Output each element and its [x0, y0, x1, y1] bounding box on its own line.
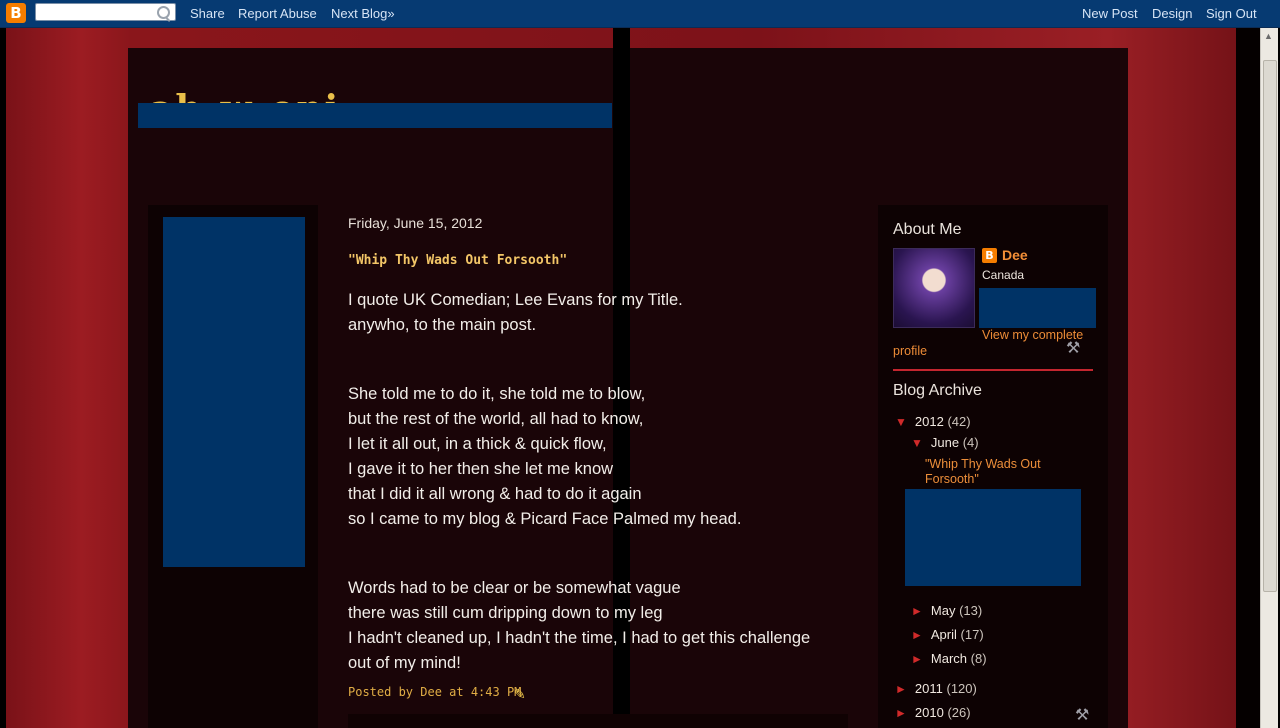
blogger-profile-icon: B: [982, 248, 997, 263]
header-overlay: [138, 103, 612, 128]
post-line: but the rest of the world, all had to kn…: [348, 410, 644, 428]
next-blog-link[interactable]: Next Blog»: [331, 6, 395, 21]
new-post-link[interactable]: New Post: [1082, 6, 1138, 21]
archive-count: (17): [960, 627, 984, 642]
archive-post-link[interactable]: "Whip Thy Wads Out Forsooth": [925, 457, 1075, 487]
post-line: I let it all out, in a thick & quick flo…: [348, 435, 607, 453]
archive-title: Blog Archive: [893, 382, 982, 399]
page-edge: [1236, 28, 1260, 728]
scrollbar-thumb[interactable]: [1263, 60, 1277, 592]
archive-month-label[interactable]: June: [931, 435, 959, 450]
view-profile-link[interactable]: profile: [893, 344, 927, 358]
vertical-scrollbar[interactable]: ▲: [1260, 28, 1278, 728]
archive-count: (26): [947, 705, 971, 720]
edit-pencil-icon[interactable]: ✎: [514, 686, 526, 703]
blogger-logo-icon[interactable]: B: [6, 3, 26, 23]
triangle-down-icon[interactable]: ▼: [895, 415, 907, 429]
sign-out-link[interactable]: Sign Out: [1206, 6, 1257, 21]
blogger-navbar: B Share Report Abuse Next Blog» New Post…: [0, 0, 1280, 28]
avatar[interactable]: [893, 248, 975, 328]
archive-month-may[interactable]: ► May (13): [911, 603, 982, 618]
profile-location: Canada: [982, 268, 1025, 282]
archive-month-label[interactable]: April: [931, 627, 957, 642]
search-icon[interactable]: [157, 6, 170, 19]
triangle-right-icon[interactable]: ►: [911, 628, 923, 642]
profile-name[interactable]: Dee: [1002, 247, 1028, 263]
triangle-right-icon[interactable]: ►: [895, 706, 907, 720]
archive-month-label[interactable]: May: [931, 603, 956, 618]
post-divider: [348, 714, 848, 728]
post-title[interactable]: "Whip Thy Wads Out Forsooth": [348, 253, 567, 268]
archive-year-2011[interactable]: ► 2011 (120): [895, 681, 977, 696]
post-line: Words had to be clear or be somewhat vag…: [348, 579, 681, 597]
archive-year-label[interactable]: 2010: [915, 705, 944, 720]
triangle-down-icon[interactable]: ▼: [911, 436, 923, 450]
scroll-up-arrow-icon[interactable]: ▲: [1264, 31, 1273, 41]
triangle-right-icon[interactable]: ►: [895, 682, 907, 696]
archive-month-april[interactable]: ► April (17): [911, 627, 984, 642]
wrench-icon[interactable]: ⚒: [1066, 338, 1080, 358]
design-link[interactable]: Design: [1152, 6, 1192, 21]
triangle-right-icon[interactable]: ►: [911, 652, 923, 666]
share-link[interactable]: Share: [190, 6, 225, 21]
archive-count: (4): [962, 435, 979, 450]
archive-month-label[interactable]: March: [931, 651, 967, 666]
report-abuse-link[interactable]: Report Abuse: [238, 6, 317, 21]
post-line: out of my mind!: [348, 654, 461, 672]
triangle-right-icon[interactable]: ►: [911, 604, 923, 618]
archive-month-march[interactable]: ► March (8): [911, 651, 987, 666]
archive-count: (8): [970, 651, 987, 666]
about-me-title: About Me: [893, 221, 962, 238]
wrench-icon[interactable]: ⚒: [1075, 705, 1089, 725]
archive-year-2010[interactable]: ► 2010 (26): [895, 705, 971, 720]
archive-divider: [893, 369, 1093, 371]
center-stripe: [613, 28, 630, 728]
post-line: that I did it all wrong & had to do it a…: [348, 485, 642, 503]
archive-year-2012[interactable]: ▼ 2012 (42): [895, 414, 971, 429]
post-date: Friday, June 15, 2012: [348, 215, 483, 231]
profile-overlay: [979, 288, 1096, 328]
post-line: so I came to my blog & Picard Face Palme…: [348, 510, 742, 528]
post-footer[interactable]: Posted by Dee at 4:43 PM: [348, 685, 521, 699]
post-line: there was still cum dripping down to my …: [348, 604, 663, 622]
left-sidebar-block: [163, 217, 305, 567]
archive-overlay: [905, 489, 1081, 586]
archive-year-label[interactable]: 2012: [915, 414, 944, 429]
post-line: I hadn't cleaned up, I hadn't the time, …: [348, 629, 811, 647]
search-input[interactable]: [35, 3, 176, 21]
post-line: I gave it to her then she let me know: [348, 460, 614, 478]
archive-year-label[interactable]: 2011: [915, 681, 943, 696]
post-line: anywho, to the main post.: [348, 316, 537, 334]
post-line: She told me to do it, she told me to blo…: [348, 385, 646, 403]
archive-month-june[interactable]: ▼ June (4): [911, 435, 979, 450]
post-line: I quote UK Comedian; Lee Evans for my Ti…: [348, 291, 683, 309]
archive-count: (13): [959, 603, 983, 618]
archive-count: (120): [946, 681, 977, 696]
archive-count: (42): [947, 414, 971, 429]
